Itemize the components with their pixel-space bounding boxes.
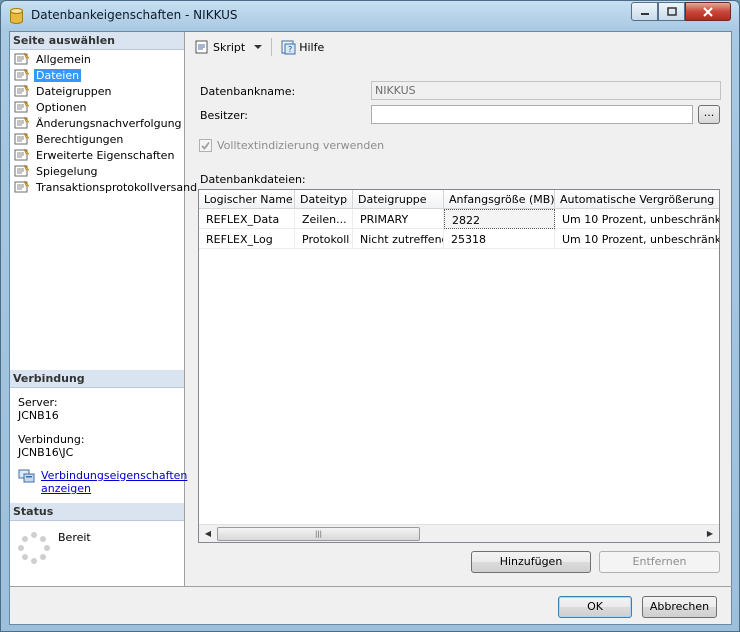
fulltext-label: Volltextindizierung verwenden [217,139,385,152]
sidebar-item-berechtigungen[interactable]: Berechtigungen [14,131,125,147]
cell-filegroup[interactable]: PRIMARY [353,209,444,229]
help-button[interactable]: ? Hilfe [280,39,324,55]
checkmark-icon [201,142,210,150]
minimize-icon [640,12,649,15]
server-value: JCNB16 [18,409,59,422]
sidebar-item-label: Dateien [34,68,82,82]
db-files-grid[interactable]: Logischer Name Dateityp Dateigruppe Anfa… [198,189,720,543]
col-logical-name[interactable]: Logischer Name [199,190,295,209]
sidebar-item-erweiterte-eigenschaften[interactable]: Erweiterte Eigenschaften [14,147,176,163]
left-pane: Seite auswählen Allgemein Dateien Dateigru… [10,32,197,586]
sidebar-item-allgemein[interactable]: Allgemein [14,51,93,67]
dialog-window: Datenbankeigenschaften - NIKKUS Seite au… [0,0,740,632]
owner-field[interactable] [371,105,693,124]
cell-filegroup[interactable]: Nicht zutreffend [353,229,444,249]
cell-autogrowth[interactable]: Um 10 Prozent, unbeschränkte Ve [555,209,719,229]
chevron-down-icon[interactable] [253,42,263,52]
maximize-icon [666,7,677,16]
fulltext-checkbox[interactable] [199,139,212,152]
close-button[interactable] [685,2,731,21]
dbname-label: Datenbankname: [200,85,296,98]
owner-label: Besitzer: [200,109,248,122]
page-icon [14,52,30,65]
add-button[interactable]: Hinzufügen [471,551,591,573]
sidebar-item-label: Änderungsnachverfolgung [36,116,182,130]
col-file-type[interactable]: Dateityp [295,190,353,209]
grid-header: Logischer Name Dateityp Dateigruppe Anfa… [199,190,719,209]
title-bar[interactable]: Datenbankeigenschaften - NIKKUS [1,1,739,31]
connection-properties-icon [18,469,35,483]
script-button[interactable]: Skript [194,39,245,55]
cell-initial-size[interactable]: 2822 [444,209,555,229]
sidebar-item-label: Erweiterte Eigenschaften [36,148,175,162]
horizontal-scrollbar[interactable]: ◀ ||| ▶ [199,524,719,542]
server-label: Server: [18,396,58,409]
dbname-field[interactable]: NIKKUS [371,81,721,100]
table-row[interactable]: REFLEX_Log Protokoll Nicht zutreffend 25… [199,229,719,249]
page-icon [14,164,30,177]
col-filegroup[interactable]: Dateigruppe [353,190,444,209]
help-label: Hilfe [299,40,325,54]
sidebar-item-label: Allgemein [36,52,91,66]
cell-file-type[interactable]: Protokoll [295,229,353,249]
page-icon [14,116,30,129]
sidebar-item-spiegelung[interactable]: Spiegelung [14,163,100,179]
db-files-label: Datenbankdateien: [200,173,306,186]
connection-label: Verbindung: [18,433,85,446]
toolbar-separator [271,38,273,56]
sidebar-item-änderungsnachverfolgung[interactable]: Änderungsnachverfolgung [14,115,184,131]
cell-file-type[interactable]: Zeilen... [295,209,353,229]
table-row[interactable]: REFLEX_Data Zeilen... PRIMARY 2822 Um 10… [199,209,719,229]
cell-initial-size[interactable]: 25318 [444,229,555,249]
bottom-separator [10,586,732,587]
link-line2: anzeigen [41,482,92,495]
col-autogrowth[interactable]: Automatische Vergrößerung [555,190,719,209]
cancel-button[interactable]: Abbrechen [642,596,717,618]
page-icon [14,148,30,161]
window-title: Datenbankeigenschaften - NIKKUS [31,8,238,22]
select-page-header: Seite auswählen [10,32,184,50]
svg-text:?: ? [288,45,292,54]
minimize-button[interactable] [631,2,658,21]
script-label: Skript [213,40,246,54]
connection-properties-link[interactable]: Verbindungseigenschaften anzeigen [41,469,187,495]
status-value: Bereit [58,531,91,544]
database-icon [10,8,23,24]
maximize-button[interactable] [658,2,685,21]
sidebar-item-label: Dateigruppen [36,84,112,98]
sidebar-item-dateigruppen[interactable]: Dateigruppen [14,83,114,99]
close-icon [703,6,713,17]
sidebar-item-label: Optionen [36,100,87,114]
sidebar-item-label: Berechtigungen [36,132,124,146]
cell-logical-name[interactable]: REFLEX_Log [199,229,295,249]
cell-logical-name[interactable]: REFLEX_Data [199,209,295,229]
progress-spinner-icon [18,532,50,564]
ok-button[interactable]: OK [558,596,632,618]
sidebar-item-label: Transaktionsprotokollversand [36,180,198,194]
page-icon [14,68,30,81]
scroll-left-icon[interactable]: ◀ [201,527,215,541]
sidebar-item-transaktionsprotokollversand[interactable]: Transaktionsprotokollversand [14,179,199,195]
connection-value: JCNB16\JC [18,446,74,459]
status-header: Status [10,503,184,521]
col-initial-size[interactable]: Anfangsgröße (MB) [444,190,555,209]
page-icon [14,84,30,97]
page-icon [14,180,30,193]
remove-button[interactable]: Entfernen [599,551,720,573]
connection-header: Verbindung [10,370,184,388]
link-line1: Verbindungseigenschaften [41,469,188,482]
script-icon [195,40,208,54]
dialog-client-area: Seite auswählen Allgemein Dateien Dateigru… [9,31,732,625]
toolbar: Skript ? Hilfe [186,32,732,62]
owner-browse-button[interactable]: ... [698,105,720,124]
sidebar-item-dateien[interactable]: Dateien [14,67,82,83]
sidebar-item-optionen[interactable]: Optionen [14,99,88,115]
scroll-right-icon[interactable]: ▶ [703,527,717,541]
page-icon [14,100,30,113]
help-icon: ? [281,40,296,55]
scroll-thumb[interactable]: ||| [217,527,420,541]
sidebar-item-label: Spiegelung [36,164,98,178]
page-icon [14,132,30,145]
cell-autogrowth[interactable]: Um 10 Prozent, unbeschränkte Ve [555,229,719,249]
